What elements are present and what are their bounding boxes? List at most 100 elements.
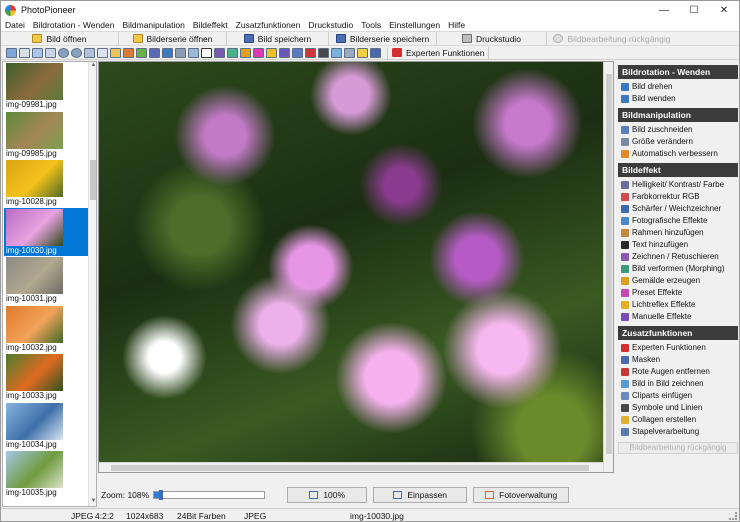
thumbnail-strip[interactable]: img-10035.jpg img-10034.jpg img-10033.jpg i…: [2, 61, 97, 507]
open-series-button[interactable]: Bilderserie öffnen: [119, 31, 227, 46]
preset-icon[interactable]: [253, 47, 264, 58]
image-vertical-scrollbar[interactable]: [603, 62, 613, 472]
print-studio-button[interactable]: Druckstudio: [437, 31, 547, 46]
menu-datei[interactable]: Datei: [1, 19, 29, 31]
thumbnail-image[interactable]: [6, 257, 63, 294]
red-eye-icon[interactable]: [305, 47, 316, 58]
thumbnail-image[interactable]: [6, 305, 63, 343]
panel-item[interactable]: Bild drehen: [618, 81, 738, 92]
painting-icon[interactable]: [240, 47, 251, 58]
manual-effect-icon[interactable]: [279, 47, 290, 58]
light-flare-icon[interactable]: [266, 47, 277, 58]
thumbnail-image[interactable]: [6, 160, 63, 197]
thumbnail-item[interactable]: img-10031.jpg: [4, 256, 89, 304]
panel-item[interactable]: Rote Augen entfernen: [618, 366, 738, 377]
mirror-icon[interactable]: [97, 47, 108, 58]
thumbnail-item[interactable]: img-09981.jpg: [4, 62, 89, 110]
panel-item[interactable]: Stapelverarbeitung: [618, 426, 738, 437]
resize-grip-icon[interactable]: [729, 512, 737, 520]
panel-item[interactable]: Cliparts einfügen: [618, 390, 738, 401]
panel-item[interactable]: Bild zuschneiden: [618, 124, 738, 135]
frame-icon[interactable]: [175, 47, 186, 58]
image-vscroll-thumb[interactable]: [606, 74, 612, 454]
minimize-button[interactable]: —: [649, 1, 679, 19]
panel-item[interactable]: Symbole und Linien: [618, 402, 738, 413]
color-rgb-icon[interactable]: [136, 47, 147, 58]
thumbnail-image[interactable]: [6, 354, 63, 391]
panel-item[interactable]: Zeichnen / Retuschieren: [618, 251, 738, 262]
panel-item[interactable]: Bild wenden: [618, 93, 738, 104]
panel-item[interactable]: Helligkeit/ Kontrast/ Farbe: [618, 179, 738, 190]
menu-hilfe[interactable]: Hilfe: [444, 19, 469, 31]
menu-bildmanipulation[interactable]: Bildmanipulation: [118, 19, 188, 31]
panel-item[interactable]: Bild in Bild zeichnen: [618, 378, 738, 389]
thumbnail-item[interactable]: img-10028.jpg: [4, 159, 89, 207]
resize-canvas-icon[interactable]: [45, 47, 56, 58]
thumbnail-item[interactable]: img-10033.jpg: [4, 353, 89, 401]
panel-item[interactable]: Lichtreflex Effekte: [618, 299, 738, 310]
panel-item[interactable]: Gemälde erzeugen: [618, 275, 738, 286]
title-bar[interactable]: PhotoPioneer — ☐ ✕: [1, 1, 739, 19]
menu-tools[interactable]: Tools: [357, 19, 385, 31]
panel-item[interactable]: Schärfer / Weichzeichner: [618, 203, 738, 214]
draw-icon[interactable]: [214, 47, 225, 58]
thumbnail-item[interactable]: img-10034.jpg: [4, 402, 89, 450]
menu-zusatzfunktionen[interactable]: Zusatzfunktionen: [232, 19, 305, 31]
save-image-button[interactable]: Bild speichern: [227, 31, 329, 46]
panel-item[interactable]: Preset Effekte: [618, 287, 738, 298]
menu-druckstudio[interactable]: Druckstudio: [304, 19, 357, 31]
expert-functions-button[interactable]: Experten Funktionen: [387, 46, 490, 59]
thumbnail-scrollbar[interactable]: ▲ ▼: [88, 62, 96, 506]
thumbnail-item[interactable]: img-10030.jpg: [4, 207, 89, 256]
panel-item[interactable]: Masken: [618, 354, 738, 365]
panel-item[interactable]: Manuelle Effekte: [618, 311, 738, 322]
thumbnail-image[interactable]: [6, 208, 63, 246]
image-horizontal-scrollbar[interactable]: [99, 462, 603, 472]
panel-item[interactable]: Fotografische Effekte: [618, 215, 738, 226]
thumbnail-image[interactable]: [6, 111, 63, 149]
rotate-right-icon[interactable]: [71, 47, 82, 58]
image-canvas[interactable]: [98, 61, 614, 473]
fit-to-window-button[interactable]: Einpassen: [373, 487, 468, 503]
zoom-slider-handle[interactable]: [158, 490, 163, 500]
maximize-button[interactable]: ☐: [679, 1, 709, 19]
sharpen-icon[interactable]: [149, 47, 160, 58]
open-image-button[interactable]: Bild öffnen: [1, 31, 119, 46]
undo-button[interactable]: Bildbearbeitung rückgängig: [547, 32, 677, 46]
scroll-down-arrow-icon[interactable]: ▼: [90, 498, 96, 506]
image-in-image-icon[interactable]: [331, 47, 342, 58]
text-icon[interactable]: [201, 47, 212, 58]
star-icon[interactable]: [357, 47, 368, 58]
panel-item[interactable]: Automatisch verbessern: [618, 148, 738, 159]
thumbnail-item[interactable]: img-10035.jpg: [4, 450, 89, 498]
photo-manager-button[interactable]: Fotoverwaltung: [473, 487, 570, 503]
thumbnail-image[interactable]: [6, 402, 63, 440]
batch-icon[interactable]: [370, 47, 381, 58]
scroll-up-arrow-icon[interactable]: ▲: [90, 62, 96, 70]
panel-item[interactable]: Farbkorrektur RGB: [618, 191, 738, 202]
panel-item[interactable]: Größe verändern: [618, 136, 738, 147]
panel-undo-button[interactable]: Bildbearbeitung rückgängig: [618, 442, 738, 454]
thumbnail-image[interactable]: [6, 451, 63, 488]
crop-icon[interactable]: [19, 47, 30, 58]
rotate-left-icon[interactable]: [58, 47, 69, 58]
panel-item[interactable]: Text hinzufügen: [618, 239, 738, 250]
panel-item[interactable]: Rahmen hinzufügen: [618, 227, 738, 238]
fit-icon[interactable]: [32, 47, 43, 58]
image-hscroll-thumb[interactable]: [111, 465, 589, 471]
close-button[interactable]: ✕: [709, 1, 739, 19]
panel-item[interactable]: Bild verformen (Morphing): [618, 263, 738, 274]
save-series-button[interactable]: Bilderserie speichern: [329, 31, 437, 46]
clipart-icon[interactable]: [344, 47, 355, 58]
auto-enhance-icon[interactable]: [110, 47, 121, 58]
menu-bildrotation[interactable]: Bildrotation - Wenden: [29, 19, 119, 31]
morph-icon[interactable]: [227, 47, 238, 58]
thumbnail-item[interactable]: img-10032.jpg: [4, 305, 89, 353]
mask-icon[interactable]: [292, 47, 303, 58]
photo-effect-icon[interactable]: [162, 47, 173, 58]
brightness-icon[interactable]: [123, 47, 134, 58]
picture-icon[interactable]: [188, 47, 199, 58]
thumbnail-scroll-thumb[interactable]: [90, 160, 96, 200]
zoom-100-button[interactable]: 100%: [287, 487, 368, 503]
resize-icon[interactable]: [6, 47, 17, 58]
